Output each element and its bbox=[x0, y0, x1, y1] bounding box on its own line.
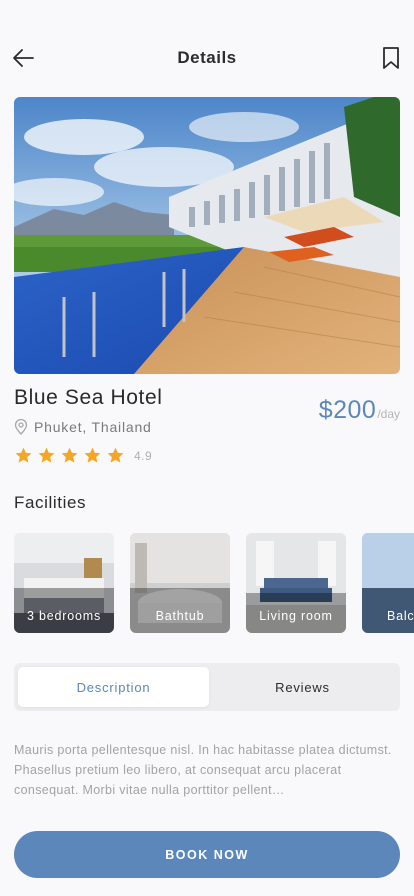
star-icon bbox=[84, 447, 101, 463]
rating: 4.9 bbox=[14, 446, 152, 465]
location-text: Phuket, Thailand bbox=[34, 419, 152, 435]
facility-card-bedrooms[interactable]: 3 bedrooms bbox=[14, 533, 114, 633]
bookmark-button[interactable] bbox=[380, 46, 402, 70]
bookmark-icon bbox=[383, 47, 399, 69]
star-rating bbox=[14, 446, 125, 465]
detail-tabs: Description Reviews bbox=[14, 663, 400, 711]
star-icon bbox=[15, 447, 32, 463]
facility-card-living-room[interactable]: Living room bbox=[246, 533, 346, 633]
facility-label: Living room bbox=[259, 609, 333, 623]
price: $200 /day bbox=[319, 396, 400, 425]
star-icon bbox=[61, 447, 78, 463]
facilities-title: Facilities bbox=[14, 493, 87, 512]
facility-label: 3 bedrooms bbox=[26, 609, 101, 623]
top-bar: Details bbox=[0, 36, 414, 80]
tab-reviews[interactable]: Reviews bbox=[209, 667, 396, 707]
tab-description[interactable]: Description bbox=[18, 667, 209, 707]
facilities-list: 3 bedrooms Bathtub Living room Balc bbox=[14, 533, 414, 633]
page-title: Details bbox=[177, 48, 237, 67]
facility-label: Balcony bbox=[386, 609, 414, 623]
map-pin-icon bbox=[14, 419, 28, 435]
price-unit: /day bbox=[377, 407, 400, 421]
hotel-hero-image bbox=[14, 97, 400, 374]
book-now-button[interactable]: BOOK NOW bbox=[14, 831, 400, 878]
facility-label: Bathtub bbox=[155, 609, 205, 623]
rating-value: 4.9 bbox=[134, 448, 153, 463]
price-amount: $200 bbox=[318, 396, 377, 424]
description-text: Mauris porta pellentesque nisl. In hac h… bbox=[14, 743, 392, 797]
facility-card-bathtub[interactable]: Bathtub bbox=[130, 533, 230, 633]
hotel-location: Phuket, Thailand bbox=[14, 417, 152, 437]
facility-card-balcony[interactable]: Balcony bbox=[362, 533, 414, 633]
star-icon bbox=[38, 447, 55, 463]
hotel-name: Blue Sea Hotel bbox=[14, 386, 163, 409]
star-icon bbox=[107, 447, 124, 463]
